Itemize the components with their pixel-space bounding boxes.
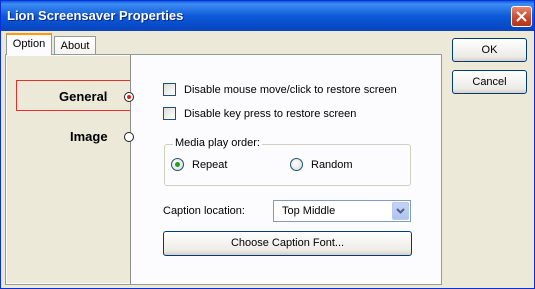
ok-label: OK	[481, 44, 498, 56]
caption-location-label: Caption location:	[163, 205, 245, 217]
disable-key-checkbox[interactable]	[163, 107, 176, 120]
nav-divider	[130, 55, 131, 284]
disable-key-label: Disable key press to restore screen	[184, 108, 357, 120]
caption-location-select[interactable]: Top Middle	[273, 200, 411, 222]
tab-about-label: About	[60, 40, 90, 52]
close-button[interactable]	[511, 6, 532, 27]
cancel-button[interactable]: Cancel	[452, 70, 527, 94]
choose-caption-font-button[interactable]: Choose Caption Font...	[163, 231, 412, 256]
disable-mouse-label: Disable mouse move/click to restore scre…	[184, 84, 397, 96]
repeat-label: Repeat	[192, 159, 228, 171]
nav-image-radio[interactable]	[124, 132, 134, 142]
dropdown-button[interactable]	[392, 202, 409, 220]
random-label: Random	[311, 159, 353, 171]
window-title: Lion Screensaver Properties	[7, 8, 184, 23]
disable-mouse-checkbox[interactable]	[163, 83, 176, 96]
caption-location-value: Top Middle	[282, 205, 336, 217]
properties-dialog: Lion Screensaver Properties Option About…	[0, 0, 535, 289]
ok-button[interactable]: OK	[452, 38, 527, 62]
tab-about[interactable]: About	[54, 36, 96, 55]
media-play-order-legend: Media play order:	[173, 137, 262, 149]
title-bar[interactable]: Lion Screensaver Properties	[1, 1, 534, 31]
tab-option-label: Option	[12, 38, 46, 50]
nav-general-label: General	[59, 89, 108, 104]
nav-image-label[interactable]: Image	[70, 129, 108, 144]
random-radio[interactable]	[290, 158, 303, 171]
repeat-radio[interactable]	[171, 158, 184, 171]
close-icon	[516, 11, 527, 22]
nav-general-radio[interactable]	[124, 92, 134, 102]
chevron-down-icon	[396, 208, 405, 214]
cancel-label: Cancel	[472, 76, 507, 88]
choose-caption-font-label: Choose Caption Font...	[230, 237, 345, 249]
tab-option[interactable]: Option	[6, 33, 52, 55]
